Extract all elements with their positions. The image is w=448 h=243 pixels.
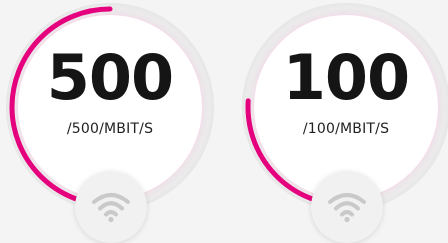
wifi-button[interactable] bbox=[75, 171, 147, 243]
wifi-icon bbox=[328, 193, 366, 223]
wifi-icon bbox=[92, 193, 130, 223]
gauge-100: 100 /100/MBIT/S bbox=[242, 3, 448, 243]
speed-value: 500 bbox=[46, 41, 174, 114]
gauge-500: 500 /500/MBIT/S bbox=[6, 3, 214, 243]
speed-unit-label: /500/MBIT/S bbox=[66, 121, 154, 137]
speed-unit-label: /100/MBIT/S bbox=[302, 121, 390, 137]
wifi-button[interactable] bbox=[311, 171, 383, 243]
speed-value: 100 bbox=[282, 41, 410, 114]
